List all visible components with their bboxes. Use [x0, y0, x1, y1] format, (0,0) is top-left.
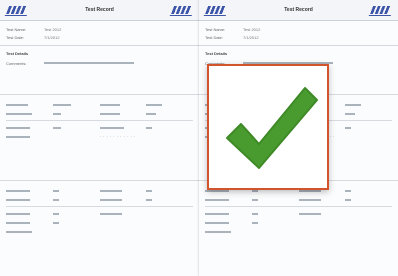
- test-name-value: Test 2012: [243, 26, 261, 32]
- company-logo: [170, 6, 194, 14]
- checkmark-icon: [226, 87, 318, 169]
- sheet-title: Test Record: [284, 7, 313, 13]
- test-details-heading: Test Details: [205, 51, 228, 56]
- company-logo: [369, 6, 393, 14]
- test-date-label: Test Date:: [6, 34, 25, 40]
- sheet-title: Test Record: [85, 7, 114, 13]
- sheet-header: Test Record: [0, 0, 199, 21]
- test-name-label: Test Name:: [6, 26, 27, 32]
- test-record-sheet-left: Test Record Test Name: Test 2012 Test Da…: [0, 0, 199, 276]
- sheet-header: Test Record: [199, 0, 398, 21]
- test-date-label: Test Date:: [205, 34, 224, 40]
- test-date-value: 7/1/2012: [243, 34, 259, 40]
- test-name-value: Test 2012: [44, 26, 62, 32]
- company-logo: [204, 6, 228, 14]
- test-details-heading: Test Details: [6, 51, 29, 56]
- test-date-value: 7/1/2012: [44, 34, 60, 40]
- company-logo: [5, 6, 29, 14]
- test-name-label: Test Name:: [205, 26, 226, 32]
- approval-overlay-card: [207, 64, 329, 190]
- comments-label: Comments:: [6, 60, 27, 66]
